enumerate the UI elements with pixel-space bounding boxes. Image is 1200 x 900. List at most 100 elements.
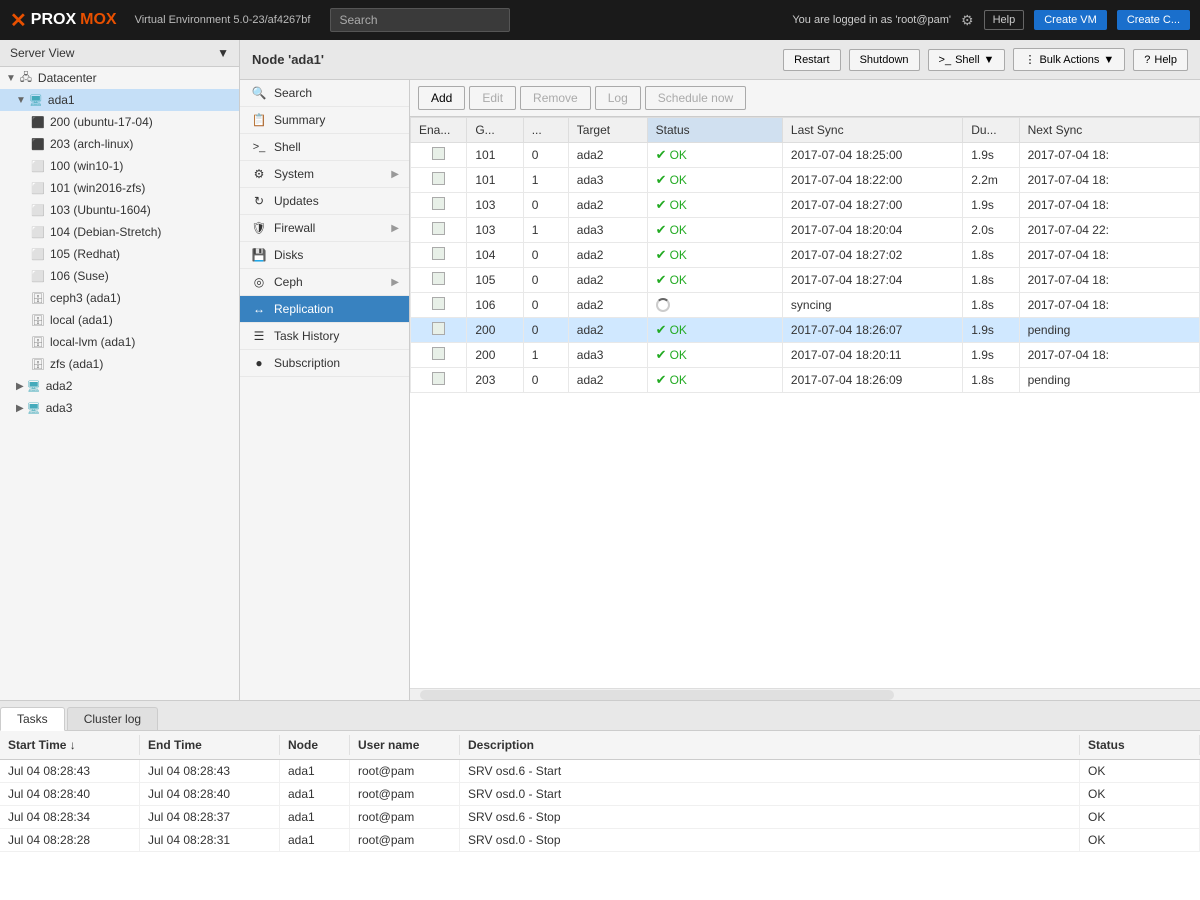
sidebar-item-local[interactable]: 🗄 local (ada1) xyxy=(0,309,239,331)
enable-cell[interactable] xyxy=(411,143,467,168)
enable-cell[interactable] xyxy=(411,243,467,268)
enable-cell[interactable] xyxy=(411,293,467,318)
enable-checkbox[interactable] xyxy=(432,322,445,335)
remove-button[interactable]: Remove xyxy=(520,86,591,110)
sidebar-item-200[interactable]: ⬛ 200 (ubuntu-17-04) xyxy=(0,111,239,133)
checkmark-icon: ✔ xyxy=(656,147,667,163)
create-ct-button[interactable]: Create C... xyxy=(1117,10,1190,30)
table-row[interactable]: 101 1 ada3 ✔ OK 2017-07-04 18:22:00 2.2m… xyxy=(411,168,1200,193)
col-header-status[interactable]: Status xyxy=(647,118,782,143)
sidebar-item-203[interactable]: ⬛ 203 (arch-linux) xyxy=(0,133,239,155)
list-item[interactable]: Jul 04 08:28:40 Jul 04 08:28:40 ada1 roo… xyxy=(0,783,1200,806)
vm-101-label: 101 (win2016-zfs) xyxy=(50,181,145,195)
table-row[interactable]: 105 0 ada2 ✔ OK 2017-07-04 18:27:04 1.8s… xyxy=(411,268,1200,293)
guest-cell: 101 xyxy=(467,143,523,168)
enable-cell[interactable] xyxy=(411,268,467,293)
sidebar-item-ada1[interactable]: ▼ 🖥 ada1 xyxy=(0,89,239,111)
schedule-now-button[interactable]: Schedule now xyxy=(645,86,746,110)
bottom-content: Start Time ↓ End Time Node User name Des… xyxy=(0,731,1200,900)
nav-item-task-history[interactable]: ☰ Task History xyxy=(240,323,409,350)
nav-replication-label: Replication xyxy=(274,302,333,316)
table-row[interactable]: 200 1 ada3 ✔ OK 2017-07-04 18:20:11 1.9s… xyxy=(411,343,1200,368)
nav-item-search[interactable]: 🔍 Search xyxy=(240,80,409,107)
enable-checkbox[interactable] xyxy=(432,272,445,285)
log-button[interactable]: Log xyxy=(595,86,641,110)
enable-cell[interactable] xyxy=(411,218,467,243)
gear-icon[interactable]: ⚙ xyxy=(961,12,974,29)
table-row[interactable]: 101 0 ada2 ✔ OK 2017-07-04 18:25:00 1.9s… xyxy=(411,143,1200,168)
enable-checkbox[interactable] xyxy=(432,172,445,185)
create-vm-button[interactable]: Create VM xyxy=(1034,10,1107,30)
sidebar-item-106[interactable]: ⬜ 106 (Suse) xyxy=(0,265,239,287)
nav-item-updates[interactable]: ↻ Updates xyxy=(240,188,409,215)
sidebar-item-101[interactable]: ⬜ 101 (win2016-zfs) xyxy=(0,177,239,199)
sidebar-item-ada2[interactable]: ▶ 🖥 ada2 xyxy=(0,375,239,397)
tab-cluster-log[interactable]: Cluster log xyxy=(67,707,158,730)
enable-cell[interactable] xyxy=(411,368,467,393)
list-item[interactable]: Jul 04 08:28:28 Jul 04 08:28:31 ada1 roo… xyxy=(0,829,1200,852)
job-cell: 0 xyxy=(523,268,568,293)
table-row[interactable]: 103 1 ada3 ✔ OK 2017-07-04 18:20:04 2.0s… xyxy=(411,218,1200,243)
sidebar-item-100[interactable]: ⬜ 100 (win10-1) xyxy=(0,155,239,177)
list-item[interactable]: Jul 04 08:28:34 Jul 04 08:28:37 ada1 roo… xyxy=(0,806,1200,829)
enable-checkbox[interactable] xyxy=(432,222,445,235)
target-cell: ada3 xyxy=(568,343,647,368)
server-view-dropdown-icon[interactable]: ▼ xyxy=(217,46,229,60)
scroll-thumb[interactable] xyxy=(420,690,894,700)
storage-icon-local: 🗄 xyxy=(30,312,46,328)
sidebar-item-datacenter[interactable]: ▼ 🖧 Datacenter xyxy=(0,67,239,89)
task-end-time: Jul 04 08:28:37 xyxy=(140,806,280,828)
arrow-down-icon: ▼ xyxy=(16,95,26,106)
list-item[interactable]: Jul 04 08:28:43 Jul 04 08:28:43 ada1 roo… xyxy=(0,760,1200,783)
nav-item-shell[interactable]: >_ Shell xyxy=(240,134,409,161)
table-row[interactable]: 203 0 ada2 ✔ OK 2017-07-04 18:26:09 1.8s… xyxy=(411,368,1200,393)
spinner-icon xyxy=(656,298,670,312)
enable-checkbox[interactable] xyxy=(432,347,445,360)
enable-checkbox[interactable] xyxy=(432,247,445,260)
sidebar-item-ada3[interactable]: ▶ 🖥 ada3 xyxy=(0,397,239,419)
nav-item-summary[interactable]: 📋 Summary xyxy=(240,107,409,134)
sidebar-item-locallvm[interactable]: 🗄 local-lvm (ada1) xyxy=(0,331,239,353)
enable-checkbox[interactable] xyxy=(432,147,445,160)
search-input[interactable] xyxy=(330,8,510,32)
sidebar-item-104[interactable]: ⬜ 104 (Debian-Stretch) xyxy=(0,221,239,243)
sidebar-item-103[interactable]: ⬜ 103 (Ubuntu-1604) xyxy=(0,199,239,221)
restart-button[interactable]: Restart xyxy=(783,49,840,71)
nav-item-system[interactable]: ⚙ System ▶ xyxy=(240,161,409,188)
edit-button[interactable]: Edit xyxy=(469,86,516,110)
logo: ✕ PROX MOX xyxy=(10,8,117,33)
nav-item-disks[interactable]: 💾 Disks xyxy=(240,242,409,269)
menu-icon: ⋮ xyxy=(1024,53,1035,66)
task-start-time: Jul 04 08:28:34 xyxy=(0,806,140,828)
enable-cell[interactable] xyxy=(411,168,467,193)
horizontal-scrollbar[interactable] xyxy=(410,688,1200,700)
table-row[interactable]: 103 0 ada2 ✔ OK 2017-07-04 18:27:00 1.9s… xyxy=(411,193,1200,218)
nav-item-firewall[interactable]: 🛡 Firewall ▶ xyxy=(240,215,409,242)
sidebar-item-zfs[interactable]: 🗄 zfs (ada1) xyxy=(0,353,239,375)
nav-item-subscription[interactable]: ● Subscription xyxy=(240,350,409,377)
enable-cell[interactable] xyxy=(411,343,467,368)
help-button-top[interactable]: Help xyxy=(984,10,1025,30)
sidebar-item-105[interactable]: ⬜ 105 (Redhat) xyxy=(0,243,239,265)
tasks-col-start-time[interactable]: Start Time ↓ xyxy=(0,735,140,755)
status-cell: ✔ OK xyxy=(647,193,782,218)
sidebar-item-ceph3[interactable]: 🗄 ceph3 (ada1) xyxy=(0,287,239,309)
nav-item-ceph[interactable]: ◎ Ceph ▶ xyxy=(240,269,409,296)
tasks-col-end-time: End Time xyxy=(140,735,280,755)
enable-checkbox[interactable] xyxy=(432,197,445,210)
table-row[interactable]: 106 0 ada2 syncing 1.8s 2017-07-04 18: xyxy=(411,293,1200,318)
enable-checkbox[interactable] xyxy=(432,297,445,310)
enable-cell[interactable] xyxy=(411,318,467,343)
duration-cell: 1.8s xyxy=(963,243,1019,268)
tab-tasks[interactable]: Tasks xyxy=(0,707,65,731)
nav-item-replication[interactable]: ↔ Replication xyxy=(240,296,409,323)
shell-button[interactable]: >_ Shell ▼ xyxy=(928,49,1006,71)
help-button[interactable]: ? Help xyxy=(1133,49,1188,71)
table-row[interactable]: 104 0 ada2 ✔ OK 2017-07-04 18:27:02 1.8s… xyxy=(411,243,1200,268)
table-row[interactable]: 200 0 ada2 ✔ OK 2017-07-04 18:26:07 1.9s… xyxy=(411,318,1200,343)
shutdown-button[interactable]: Shutdown xyxy=(849,49,920,71)
enable-checkbox[interactable] xyxy=(432,372,445,385)
add-button[interactable]: Add xyxy=(418,86,465,110)
bulk-actions-button[interactable]: ⋮ Bulk Actions ▼ xyxy=(1013,48,1125,71)
enable-cell[interactable] xyxy=(411,193,467,218)
